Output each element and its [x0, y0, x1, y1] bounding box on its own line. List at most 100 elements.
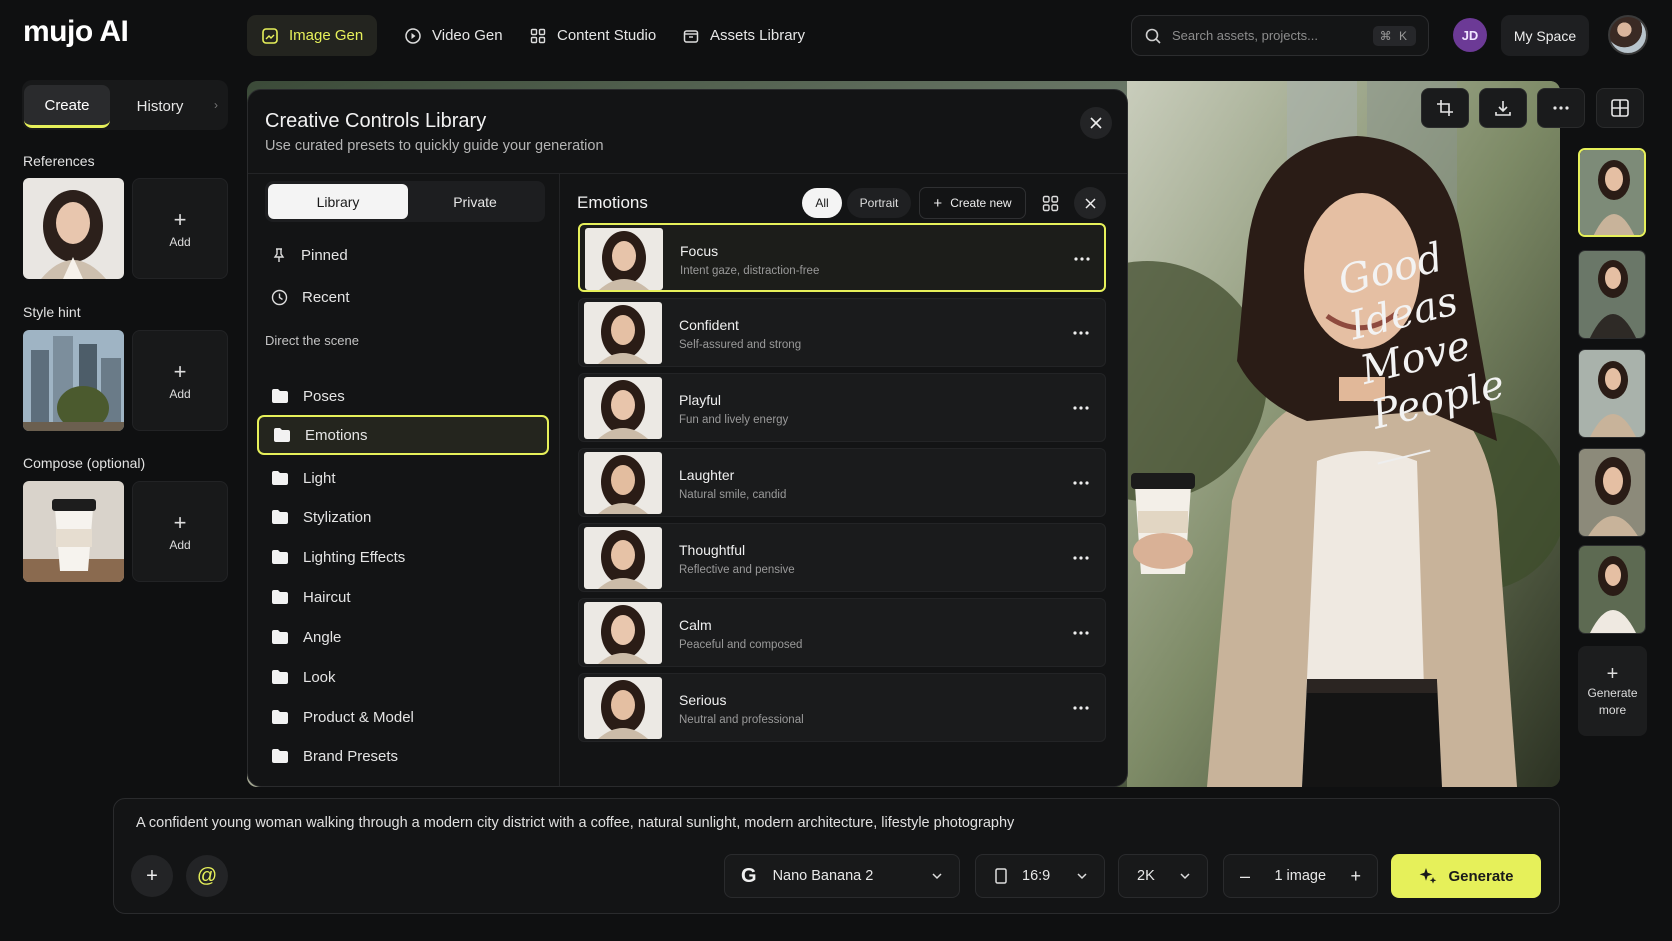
preset-more-button[interactable] [1069, 321, 1093, 345]
resolution-select[interactable]: 2K [1118, 854, 1208, 898]
increment-button[interactable]: + [1350, 866, 1361, 887]
app-logo[interactable]: mujo AI [23, 15, 129, 49]
category-item[interactable]: Product & Model [257, 697, 549, 737]
category-label: Lighting Effects [303, 548, 406, 566]
close-icon [1090, 117, 1102, 129]
category-item[interactable]: Haircut [257, 577, 549, 617]
folder-icon [272, 670, 288, 684]
add-attachment-button[interactable]: + [131, 855, 173, 897]
plus-icon: + [173, 358, 187, 384]
result-thumbnail[interactable] [1578, 349, 1646, 438]
layout-grid-icon [1611, 99, 1629, 117]
preset-name: Playful [679, 392, 722, 408]
search-input[interactable] [1172, 28, 1363, 43]
preset-more-button[interactable] [1069, 471, 1093, 495]
reference-thumbnail[interactable] [23, 178, 124, 279]
panel-close-button[interactable] [1074, 187, 1106, 219]
category-item[interactable]: Emotions [257, 415, 549, 455]
compose-label: Compose (optional) [23, 455, 146, 471]
preset-thumbnail [584, 677, 662, 739]
filter-portrait[interactable]: Portrait [847, 188, 911, 218]
nav-tab-image-gen[interactable]: Image Gen [247, 15, 378, 56]
grid-view-button[interactable] [1034, 187, 1066, 219]
category-label: Recent [302, 288, 350, 306]
prompt-input[interactable]: A confident young woman walking through … [136, 815, 1014, 831]
category-item[interactable]: Poses [257, 376, 549, 416]
generate-button[interactable]: Generate [1391, 854, 1541, 898]
preset-more-button[interactable] [1069, 396, 1093, 420]
add-style-hint-button[interactable]: + Add [132, 330, 228, 431]
tab-history[interactable]: History [120, 85, 200, 128]
preset-more-button[interactable] [1070, 247, 1094, 271]
my-space-button[interactable]: My Space [1501, 15, 1589, 56]
download-button[interactable] [1479, 88, 1527, 128]
modal-close-button[interactable] [1080, 107, 1112, 139]
preset-description: Self-assured and strong [679, 339, 802, 351]
more-options-button[interactable] [1537, 88, 1585, 128]
mention-button[interactable]: @ [186, 855, 228, 897]
emotion-preset-row[interactable]: Thoughtful Reflective and pensive [578, 523, 1106, 592]
result-thumbnail[interactable] [1578, 250, 1646, 339]
nav-tab-label: Content Studio [557, 27, 657, 44]
emotion-preset-row[interactable]: Laughter Natural smile, candid [578, 448, 1106, 517]
add-reference-button[interactable]: + Add [132, 178, 228, 279]
preset-thumbnail [584, 377, 662, 439]
style-hint-thumbnail[interactable] [23, 330, 124, 431]
model-label: Nano Banana 2 [772, 868, 874, 884]
category-label: Stylization [303, 508, 372, 526]
preset-description: Natural smile, candid [679, 489, 787, 501]
creative-controls-modal: Creative Controls Library Use curated pr… [247, 89, 1128, 787]
category-item[interactable]: Brand Presets [257, 736, 549, 776]
preset-more-button[interactable] [1069, 621, 1093, 645]
preset-more-button[interactable] [1069, 696, 1093, 720]
preset-name: Confident [679, 317, 739, 333]
category-item[interactable]: Stylization [257, 497, 549, 537]
category-item[interactable]: Angle [257, 617, 549, 657]
category-label: Poses [303, 387, 345, 405]
model-select[interactable]: G Nano Banana 2 [724, 854, 960, 898]
category-item[interactable]: Look [257, 657, 549, 697]
result-thumbnail[interactable] [1578, 148, 1646, 237]
preset-thumbnail [584, 602, 662, 664]
result-thumbnail[interactable] [1578, 448, 1646, 537]
add-compose-button[interactable]: + Add [132, 481, 228, 582]
crop-button[interactable] [1421, 88, 1469, 128]
result-thumbnail[interactable] [1578, 545, 1646, 634]
emotion-preset-row[interactable]: Serious Neutral and professional [578, 673, 1106, 742]
filter-all[interactable]: All [802, 188, 842, 218]
category-pinned[interactable]: Pinned [257, 235, 549, 275]
preset-name: Thoughtful [679, 542, 746, 558]
nav-tab-label: Video Gen [432, 27, 503, 44]
category-item[interactable]: Lighting Effects [257, 537, 549, 577]
emotion-preset-row[interactable]: Confident Self-assured and strong [578, 298, 1106, 367]
emotion-preset-row[interactable]: Calm Peaceful and composed [578, 598, 1106, 667]
folder-icon [272, 389, 288, 403]
layout-grid-button[interactable] [1596, 88, 1644, 128]
preset-more-button[interactable] [1069, 546, 1093, 570]
decrement-button[interactable]: – [1240, 866, 1250, 887]
add-label: Add [169, 537, 191, 552]
category-item[interactable]: Light [257, 458, 549, 498]
preset-description: Peaceful and composed [679, 639, 803, 651]
generate-more-button[interactable]: + Generate more [1578, 646, 1647, 736]
tab-private[interactable]: Private [408, 184, 542, 219]
tab-create[interactable]: Create [24, 85, 110, 128]
nav-tab-assets-library[interactable]: Assets Library [668, 15, 819, 56]
emotion-preset-row[interactable]: Focus Intent gaze, distraction-free [578, 223, 1106, 292]
emotion-preset-row[interactable]: Playful Fun and lively energy [578, 373, 1106, 442]
category-label: Haircut [303, 588, 351, 606]
compose-thumbnail[interactable] [23, 481, 124, 582]
user-profile-avatar[interactable] [1608, 15, 1648, 55]
chevron-right-icon[interactable]: › [214, 98, 218, 112]
create-new-button[interactable]: + Create new [919, 187, 1026, 219]
preset-description: Neutral and professional [679, 714, 804, 726]
aspect-ratio-select[interactable]: 16:9 [975, 854, 1105, 898]
nav-tab-video-gen[interactable]: Video Gen [390, 15, 517, 56]
user-initials-avatar[interactable]: JD [1453, 18, 1487, 52]
search-bar[interactable]: ⌘ K [1131, 15, 1429, 56]
section-heading: Direct the scene [265, 333, 359, 348]
tab-library[interactable]: Library [268, 184, 408, 219]
nav-tab-content-studio[interactable]: Content Studio [515, 15, 670, 56]
category-recent[interactable]: Recent [257, 277, 549, 317]
image-count-stepper: – 1 image + [1223, 854, 1378, 898]
